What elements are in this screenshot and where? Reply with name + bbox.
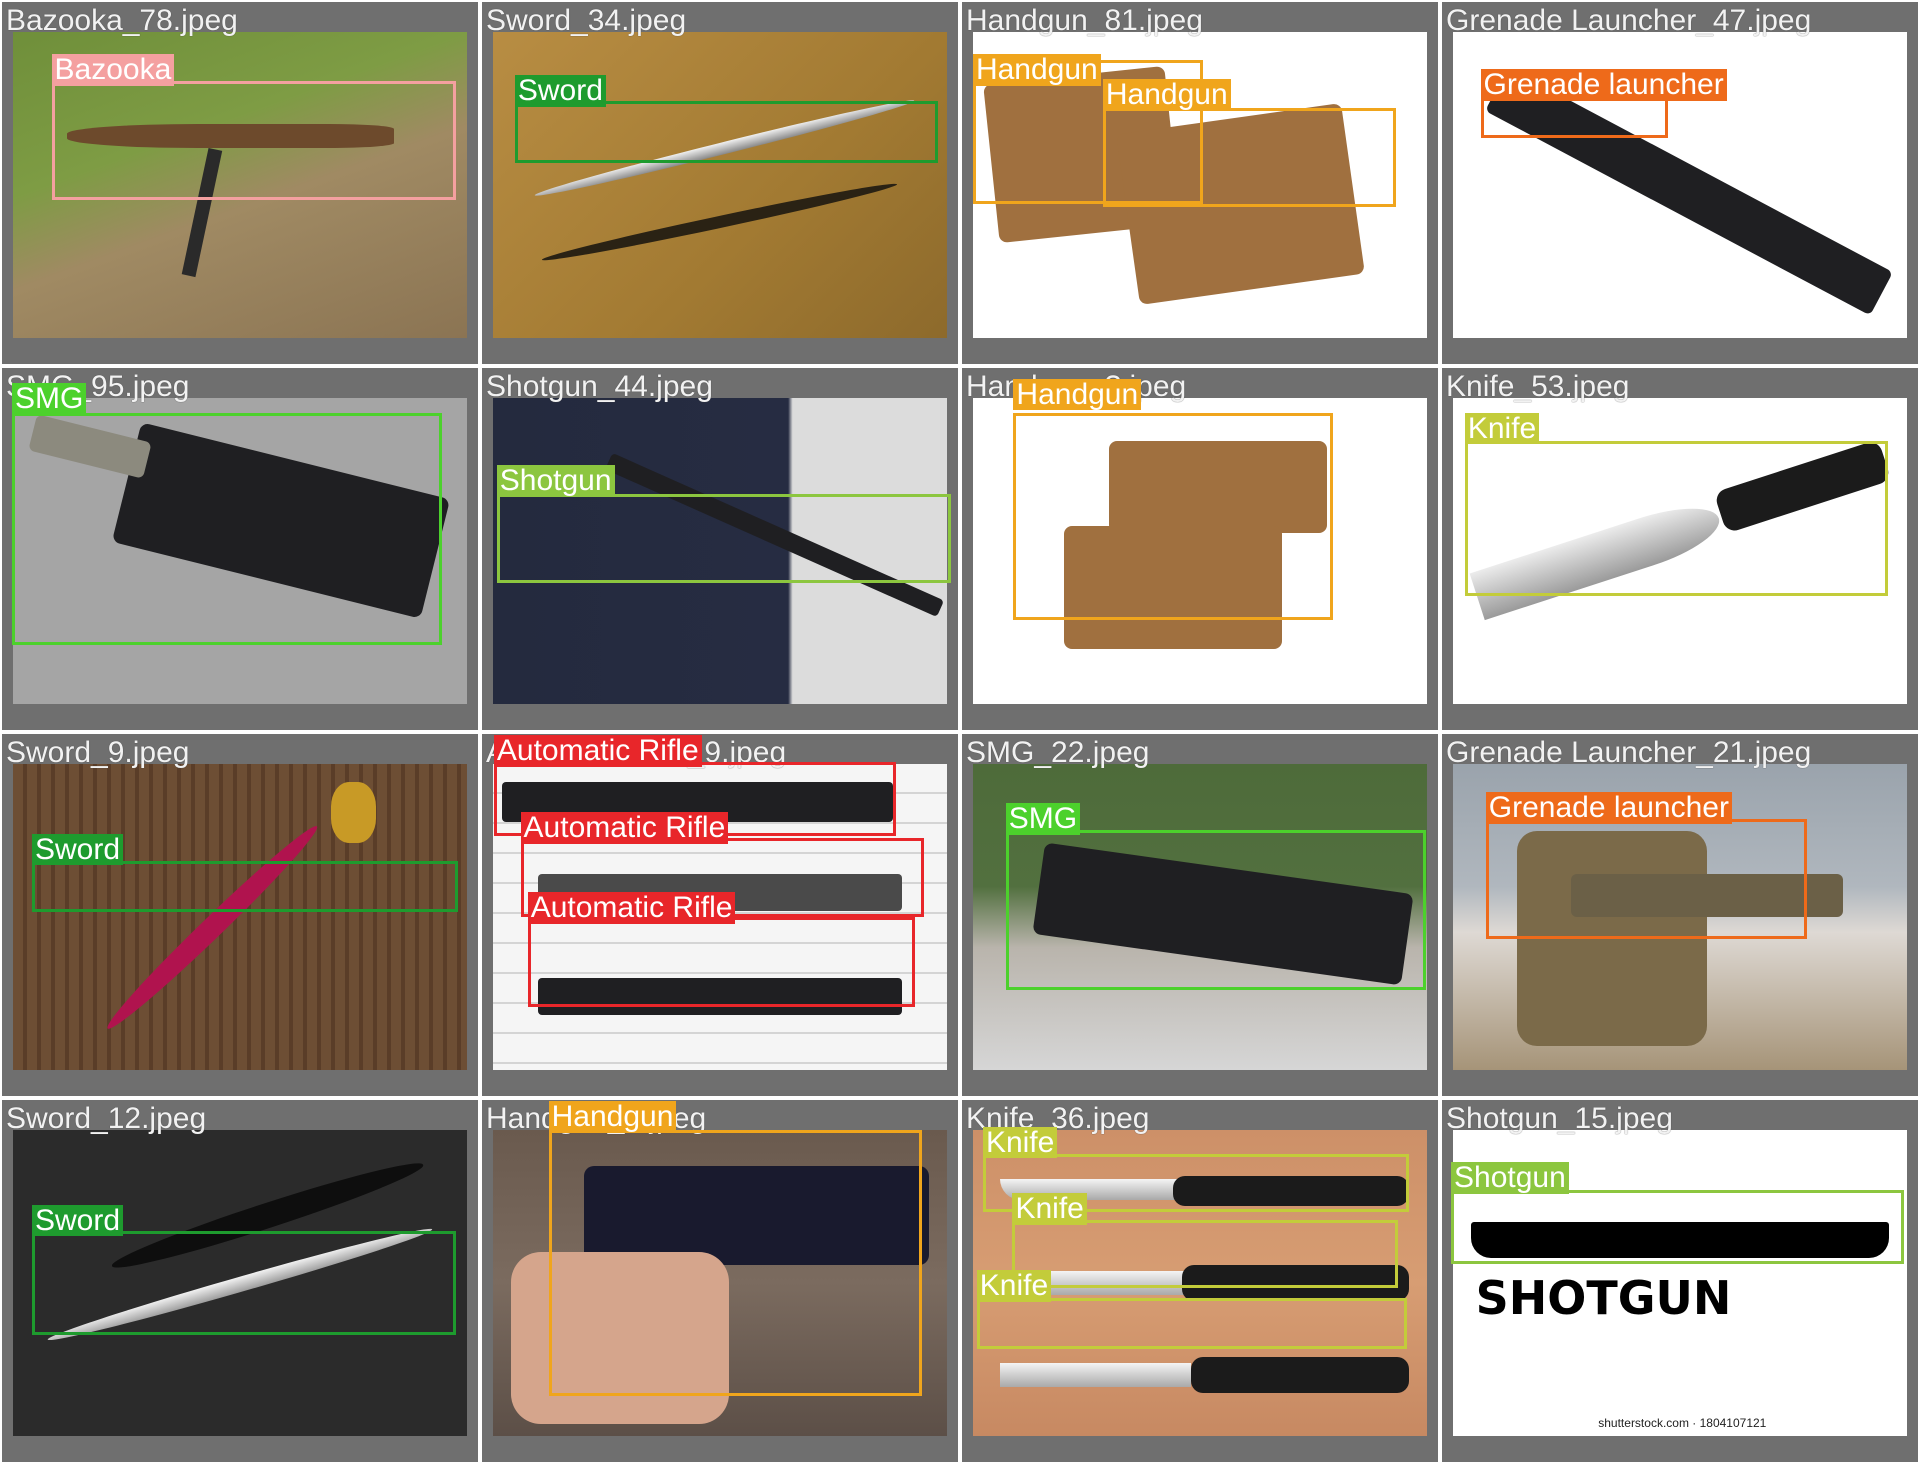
filename-label: Shotgun_15.jpeg (1446, 1102, 1673, 1135)
grid-cell: Grenade Launcher_47.jpeg Grenade launche… (1440, 0, 1920, 366)
box-label: Grenade launcher (1480, 69, 1727, 101)
filename-label: Grenade Launcher_47.jpeg (1446, 4, 1812, 37)
box-label: Shotgun (496, 465, 615, 497)
grid-cell: SMG_95.jpeg SMG (0, 366, 480, 732)
grid-cell: SHOTGUN shutterstock.com · 1804107121 Sh… (1440, 1098, 1920, 1464)
filename-label: Shotgun_44.jpeg (486, 370, 713, 403)
box-label: Knife (1464, 413, 1540, 445)
grid-cell: Handgun_?.jpeg Handgun (960, 366, 1440, 732)
box-label: SMG (11, 383, 87, 415)
grid-cell: Grenade Launcher_21.jpeg Grenade launche… (1440, 732, 1920, 1098)
grid-cell: SMG_22.jpeg SMG (960, 732, 1440, 1098)
knife-handle-shape (1190, 1356, 1409, 1394)
bounding-box (1013, 412, 1333, 621)
bounding-box (31, 1231, 456, 1336)
grid-cell: Sword_9.jpeg Sword (0, 732, 480, 1098)
bounding-box (11, 412, 442, 645)
box-label: Sword (31, 834, 124, 866)
bounding-box (1464, 441, 1888, 597)
shotgun-caption: SHOTGUN (1475, 1270, 1732, 1325)
grid-cell: Sword_12.jpeg Sword (0, 1098, 480, 1464)
filename-label: Handgun_81.jpeg (966, 4, 1203, 37)
box-label: Handgun (1013, 379, 1142, 411)
filename-label: Sword_12.jpeg (6, 1102, 207, 1135)
bounding-box (1005, 829, 1427, 991)
hilt-shape (330, 782, 377, 844)
box-label: Knife (982, 1127, 1058, 1159)
filename-label: Sword_9.jpeg (6, 736, 190, 769)
grid-cell: Knife_53.jpeg Knife (1440, 366, 1920, 732)
bounding-box (1102, 107, 1396, 207)
bounding-box (31, 860, 459, 913)
watermark-text: shutterstock.com · 1804107121 (1598, 1416, 1767, 1431)
bounding-box (548, 1129, 923, 1396)
bounding-box (976, 1297, 1407, 1350)
scabbard-shape (100, 819, 325, 1037)
box-label: Grenade launcher (1485, 792, 1732, 824)
filename-label: Grenade Launcher_21.jpeg (1446, 736, 1812, 769)
filename-label: Sword_34.jpeg (486, 4, 687, 37)
box-label: Sword (31, 1205, 124, 1237)
grid-cell: Bazooka_78.jpeg Bazooka (0, 0, 480, 366)
grid-cell: Handgun_81.jpeg Handgun Handgun (960, 0, 1440, 366)
box-label: Handgun (972, 54, 1101, 86)
box-label: Handgun (1102, 79, 1231, 111)
box-label: Automatic Rifle (527, 892, 736, 924)
filename-label: SMG_22.jpeg (966, 736, 1150, 769)
bounding-box (1485, 819, 1808, 939)
bounding-box (51, 81, 456, 200)
bounding-box (514, 100, 938, 164)
box-label: SMG (1005, 803, 1081, 835)
grid-cell: Shotgun_44.jpeg Shotgun (480, 366, 960, 732)
grid-cell: Automatic Rifle_9.jpeg Automatic Rifle A… (480, 732, 960, 1098)
knife-blade-shape (1000, 1362, 1191, 1388)
box-label: Bazooka (51, 54, 175, 86)
bounding-box (1451, 1190, 1905, 1265)
scabbard-shape (541, 178, 899, 266)
box-label: Handgun (548, 1101, 677, 1133)
box-label: Knife (976, 1270, 1052, 1302)
bounding-box (496, 493, 951, 583)
filename-label: Bazooka_78.jpeg (6, 4, 238, 37)
cell-image (12, 763, 468, 1071)
grid-cell: Handgun_?.jpeg Handgun (480, 1098, 960, 1464)
grid-cell: Sword_34.jpeg Sword (480, 0, 960, 366)
bounding-box (1012, 1219, 1399, 1289)
filename-label: Knife_53.jpeg (1446, 370, 1630, 403)
box-label: Shotgun (1451, 1162, 1569, 1194)
box-label: Knife (1012, 1193, 1087, 1225)
grid-cell: Knife_36.jpeg Knife Knife Knife (960, 1098, 1440, 1464)
box-label: Sword (514, 75, 606, 107)
box-label: Automatic Rifle (520, 812, 729, 844)
image-grid: Bazooka_78.jpeg Bazooka Sword_34.jpeg Sw… (0, 0, 1920, 1464)
bounding-box (527, 916, 916, 1007)
box-label: Automatic Rifle (493, 735, 702, 767)
